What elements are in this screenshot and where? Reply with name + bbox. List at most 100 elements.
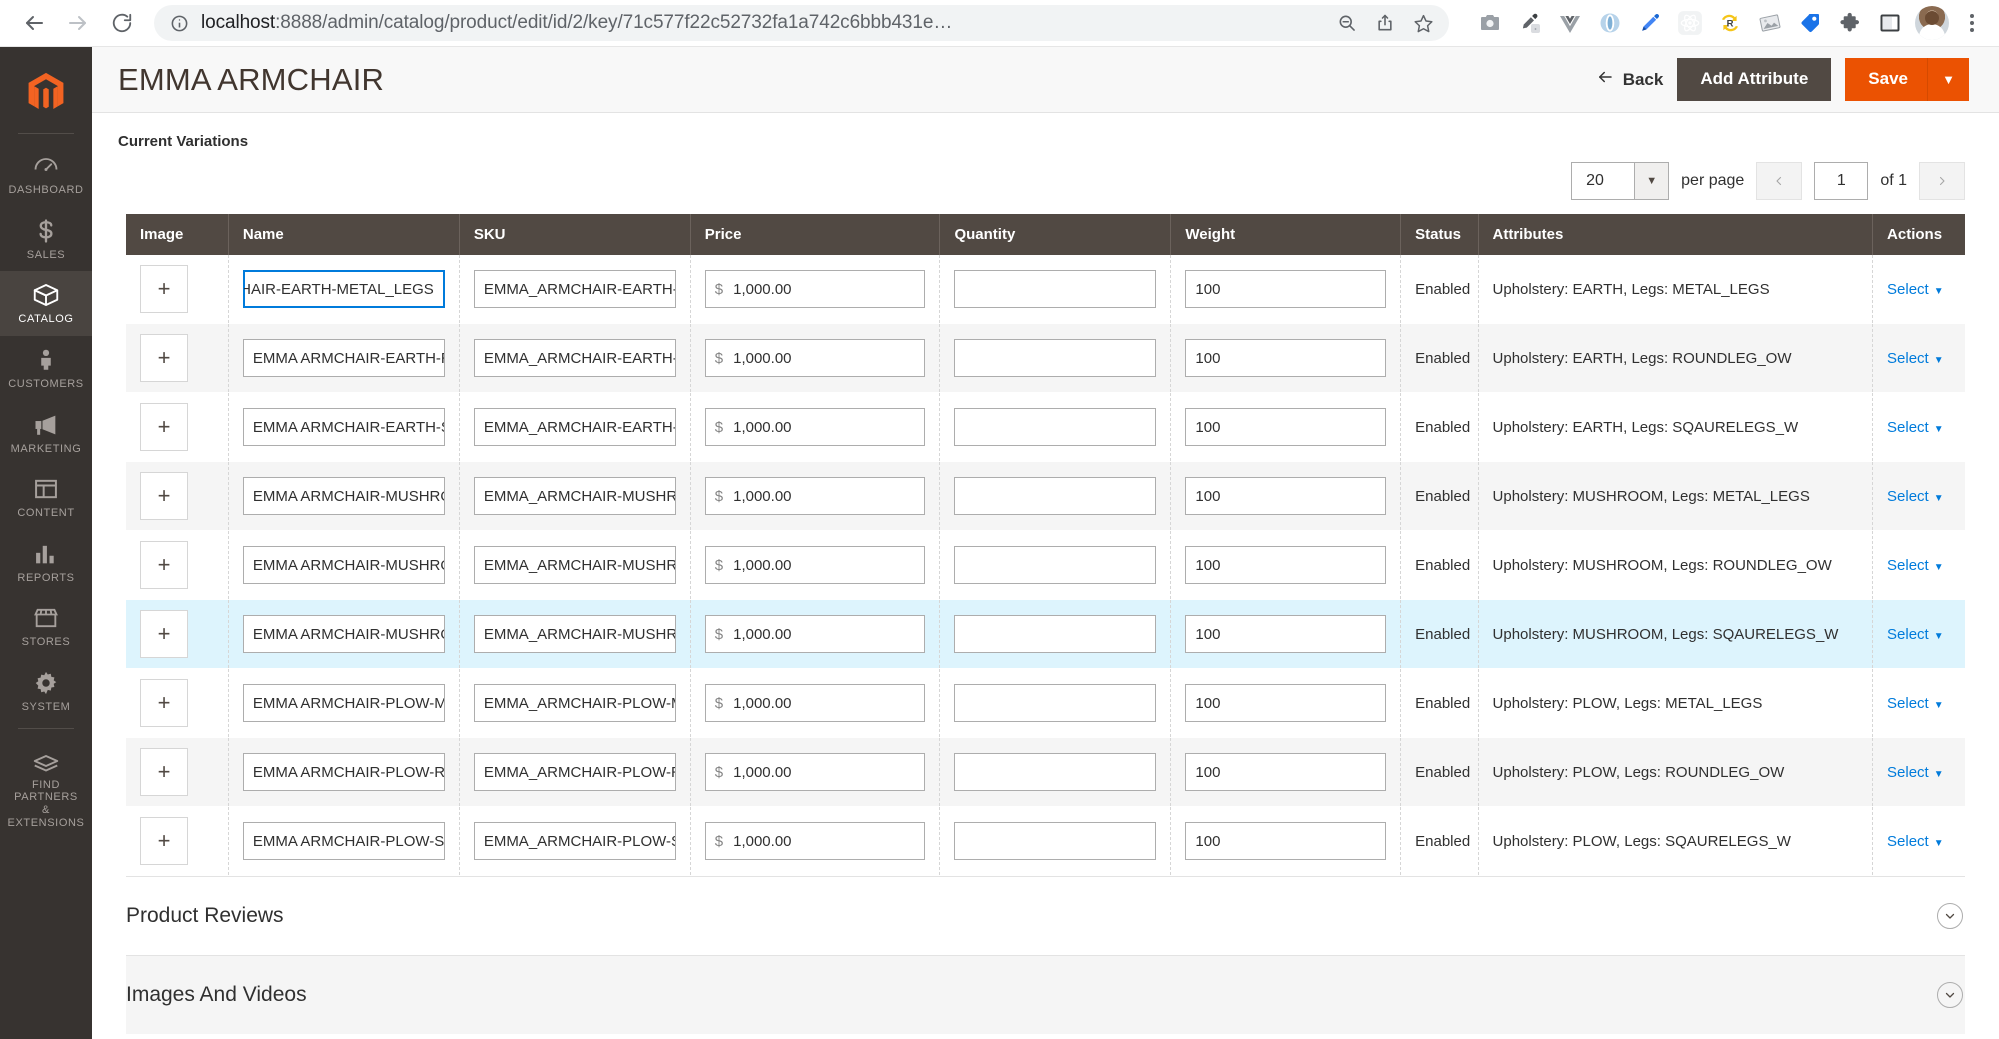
opera-icon[interactable] xyxy=(1595,8,1625,38)
row-action-select[interactable]: Select ▼ xyxy=(1887,557,1944,574)
name-input[interactable]: EMMA ARMCHAIR-EARTH-RO xyxy=(242,339,445,377)
sidebar-item-system[interactable]: System xyxy=(0,659,92,724)
chevron-down-icon[interactable] xyxy=(1937,982,1963,1008)
name-input[interactable]: EMMA ARMCHAIR-PLOW-RO xyxy=(242,753,445,791)
name-input[interactable]: MCHAIR-EARTH-METAL_LEGS xyxy=(242,270,445,308)
save-dropdown-toggle[interactable]: ▼ xyxy=(1927,58,1969,101)
magento-logo[interactable] xyxy=(0,57,92,129)
sidebar-item-find-partners-extensions[interactable]: Find Partners & Extensions xyxy=(0,737,92,840)
eyedropper-icon[interactable] xyxy=(1515,8,1545,38)
name-input[interactable]: EMMA ARMCHAIR-EARTH-SQ xyxy=(242,408,445,446)
weight-input[interactable]: 100 xyxy=(1185,339,1387,377)
sidebar-item-dashboard[interactable]: Dashboard xyxy=(0,142,92,207)
quantity-input[interactable] xyxy=(954,822,1157,860)
add-image-button[interactable]: + xyxy=(140,541,188,589)
sku-input[interactable]: EMMA_ARMCHAIR-MUSHROO xyxy=(473,615,676,653)
row-action-select[interactable]: Select ▼ xyxy=(1887,833,1944,850)
weight-input[interactable]: 100 xyxy=(1185,546,1387,584)
add-image-button[interactable]: + xyxy=(140,472,188,520)
row-action-select[interactable]: Select ▼ xyxy=(1887,488,1944,505)
add-image-button[interactable]: + xyxy=(140,748,188,796)
quantity-input[interactable] xyxy=(954,546,1157,584)
react-devtools-icon[interactable] xyxy=(1675,8,1705,38)
quantity-input[interactable] xyxy=(954,753,1157,791)
image-tool-icon[interactable] xyxy=(1755,8,1785,38)
weight-input[interactable]: 100 xyxy=(1185,477,1387,515)
page-number-input[interactable]: 1 xyxy=(1814,162,1869,200)
share-icon[interactable] xyxy=(1369,7,1401,39)
next-page-button[interactable] xyxy=(1919,162,1965,200)
camera-icon[interactable] xyxy=(1475,8,1505,38)
pen-tool-icon[interactable] xyxy=(1635,8,1665,38)
back-button[interactable]: Back xyxy=(1595,68,1663,91)
vue-devtools-icon[interactable] xyxy=(1555,8,1585,38)
quantity-input[interactable] xyxy=(954,408,1157,446)
puzzle-extensions-icon[interactable] xyxy=(1835,8,1865,38)
quantity-input[interactable] xyxy=(954,270,1157,308)
price-input[interactable]: $1,000.00 xyxy=(704,408,926,446)
sidebar-item-content[interactable]: Content xyxy=(0,465,92,530)
per-page-select[interactable]: 20 ▼ xyxy=(1571,162,1670,200)
add-image-button[interactable]: + xyxy=(140,817,188,865)
weight-input[interactable]: 100 xyxy=(1185,270,1387,308)
add-image-button[interactable]: + xyxy=(140,265,188,313)
sidepanel-icon[interactable] xyxy=(1875,8,1905,38)
kebab-menu-icon[interactable] xyxy=(1959,14,1985,32)
quantity-input[interactable] xyxy=(954,615,1157,653)
price-input[interactable]: $1,000.00 xyxy=(704,546,926,584)
sidebar-item-marketing[interactable]: Marketing xyxy=(0,401,92,466)
sidebar-item-sales[interactable]: Sales xyxy=(0,207,92,272)
sku-input[interactable]: EMMA_ARMCHAIR-PLOW-SQ xyxy=(473,822,676,860)
sidebar-item-stores[interactable]: Stores xyxy=(0,594,92,659)
quantity-input[interactable] xyxy=(954,339,1157,377)
browser-back-button[interactable] xyxy=(14,3,54,43)
address-bar[interactable]: localhost:8888/admin/catalog/product/edi… xyxy=(154,5,1449,41)
price-input[interactable]: $1,000.00 xyxy=(704,615,926,653)
name-input[interactable]: EMMA ARMCHAIR-PLOW-ME xyxy=(242,684,445,722)
price-input[interactable]: $1,000.00 xyxy=(704,753,926,791)
section-images-and-videos[interactable]: Images And Videos xyxy=(126,955,1965,1034)
sidebar-item-customers[interactable]: Customers xyxy=(0,336,92,401)
name-input[interactable]: EMMA ARMCHAIR-PLOW-SQ xyxy=(242,822,445,860)
name-input[interactable]: EMMA ARMCHAIR-MUSHROO xyxy=(242,546,445,584)
sku-input[interactable]: EMMA_ARMCHAIR-MUSHROO xyxy=(473,477,676,515)
redux-devtools-icon[interactable]: R xyxy=(1715,8,1745,38)
price-input[interactable]: $1,000.00 xyxy=(704,822,926,860)
zoom-out-icon[interactable] xyxy=(1331,7,1363,39)
sidebar-item-reports[interactable]: Reports xyxy=(0,530,92,595)
sku-input[interactable]: EMMA_ARMCHAIR-PLOW-M xyxy=(473,684,676,722)
row-action-select[interactable]: Select ▼ xyxy=(1887,764,1944,781)
add-image-button[interactable]: + xyxy=(140,679,188,727)
add-image-button[interactable]: + xyxy=(140,403,188,451)
sku-input[interactable]: EMMA_ARMCHAIR-PLOW-RO xyxy=(473,753,676,791)
previous-page-button[interactable] xyxy=(1756,162,1803,200)
quantity-input[interactable] xyxy=(954,477,1157,515)
tag-icon[interactable] xyxy=(1795,8,1825,38)
quantity-input[interactable] xyxy=(954,684,1157,722)
price-input[interactable]: $1,000.00 xyxy=(704,684,926,722)
sku-input[interactable]: EMMA_ARMCHAIR-MUSHROO xyxy=(473,546,676,584)
sku-input[interactable]: EMMA_ARMCHAIR-EARTH-M xyxy=(473,270,676,308)
price-input[interactable]: $1,000.00 xyxy=(704,339,926,377)
price-input[interactable]: $1,000.00 xyxy=(704,477,926,515)
bookmark-star-icon[interactable] xyxy=(1407,7,1439,39)
weight-input[interactable]: 100 xyxy=(1185,408,1387,446)
sidebar-item-catalog[interactable]: Catalog xyxy=(0,271,92,336)
browser-reload-button[interactable] xyxy=(102,3,142,43)
row-action-select[interactable]: Select ▼ xyxy=(1887,419,1944,436)
weight-input[interactable]: 100 xyxy=(1185,753,1387,791)
weight-input[interactable]: 100 xyxy=(1185,615,1387,653)
browser-forward-button[interactable] xyxy=(58,3,98,43)
name-input[interactable]: EMMA ARMCHAIR-MUSHROO xyxy=(242,477,445,515)
add-image-button[interactable]: + xyxy=(140,610,188,658)
add-attribute-button[interactable]: Add Attribute xyxy=(1677,58,1832,101)
site-info-icon[interactable] xyxy=(170,14,189,33)
chevron-down-icon[interactable] xyxy=(1937,903,1963,929)
name-input[interactable]: EMMA ARMCHAIR-MUSHROO xyxy=(242,615,445,653)
save-button[interactable]: Save xyxy=(1845,58,1927,101)
user-avatar[interactable] xyxy=(1915,6,1949,40)
add-image-button[interactable]: + xyxy=(140,334,188,382)
row-action-select[interactable]: Select ▼ xyxy=(1887,626,1944,643)
weight-input[interactable]: 100 xyxy=(1185,822,1387,860)
row-action-select[interactable]: Select ▼ xyxy=(1887,281,1944,298)
